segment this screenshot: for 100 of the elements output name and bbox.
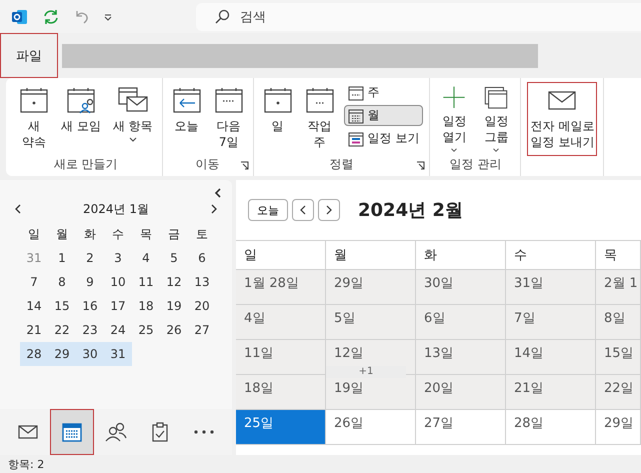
date-cell[interactable]: 12: [160, 270, 188, 294]
date-cell[interactable]: 15: [48, 294, 76, 318]
date-cell[interactable]: 14: [20, 294, 48, 318]
day-cell[interactable]: 1월 28일: [236, 270, 326, 305]
day-cell[interactable]: 30일: [416, 270, 506, 305]
ribbon-button[interactable]: 전자 메일로 일정 보내기: [527, 82, 598, 156]
search-field[interactable]: 검색: [196, 2, 641, 30]
group-label: 이동: [196, 156, 220, 173]
weekday-label: 토: [195, 226, 209, 242]
day-cell[interactable]: 25일: [236, 410, 326, 445]
previous-icon[interactable]: [292, 199, 314, 221]
date-cell[interactable]: 23: [76, 318, 104, 342]
date-cell[interactable]: 31: [104, 342, 132, 366]
date-cell[interactable]: 5: [160, 246, 188, 270]
date-cell[interactable]: 18: [132, 294, 160, 318]
date-cell[interactable]: 19: [160, 294, 188, 318]
ribbon-button[interactable]: 새 모임: [58, 82, 104, 156]
ribbon-button[interactable]: 일: [260, 82, 296, 156]
day-cell[interactable]: 31일: [506, 270, 596, 305]
date-cell[interactable]: 25: [132, 318, 160, 342]
day-cell[interactable]: 7일: [506, 305, 596, 340]
date-cell[interactable]: 16: [76, 294, 104, 318]
calendar-schedule-icon: [348, 130, 364, 146]
group-label: 새로 만들기: [54, 156, 118, 173]
today-button[interactable]: 오늘: [248, 199, 288, 221]
date-cell[interactable]: 1: [48, 246, 76, 270]
date-cell[interactable]: 8: [48, 270, 76, 294]
view-button[interactable]: 일정 보기: [344, 128, 424, 149]
day-cell[interactable]: 21일: [506, 375, 596, 410]
weekday-label: 수: [111, 226, 125, 242]
date-cell[interactable]: 11: [132, 270, 160, 294]
day-cell[interactable]: 26일: [326, 410, 416, 445]
ribbon-button[interactable]: 일정 그룹: [478, 82, 514, 156]
weekday-label: 화: [83, 226, 97, 242]
month-title: 2024년 1월: [83, 201, 149, 218]
day-cell[interactable]: 15일: [596, 340, 641, 375]
mail-icon: [18, 424, 38, 440]
app-logo-icon[interactable]: [12, 8, 28, 24]
calendar-workweek-icon: [304, 85, 335, 115]
day-cell[interactable]: 29일: [596, 410, 641, 445]
date-cell[interactable]: 22: [48, 318, 76, 342]
date-cell[interactable]: 27: [188, 318, 216, 342]
date-cell[interactable]: 3: [104, 246, 132, 270]
people-icon: [105, 422, 127, 442]
date-cell[interactable]: 13: [188, 270, 216, 294]
date-cell[interactable]: 2: [76, 246, 104, 270]
day-cell[interactable]: 8일: [596, 305, 641, 340]
date-cell[interactable]: 9: [76, 270, 104, 294]
day-cell[interactable]: 4일: [236, 305, 326, 340]
search-icon: [214, 8, 230, 24]
ribbon-button[interactable]: 새 약속: [16, 82, 52, 156]
calendar-week-icon: [348, 84, 364, 100]
dialog-launcher-icon[interactable]: [240, 161, 249, 170]
day-cell[interactable]: 28일: [506, 410, 596, 445]
clipboard-check-icon: [151, 422, 169, 442]
undo-icon[interactable]: [74, 8, 90, 24]
group-label: 일정 관리: [450, 156, 502, 173]
day-cell[interactable]: 13일: [416, 340, 506, 375]
caret-icon[interactable]: [104, 12, 112, 20]
day-cell[interactable]: 27일: [416, 410, 506, 445]
date-cell[interactable]: 4: [132, 246, 160, 270]
ribbon-button[interactable]: 일정 열기: [436, 82, 472, 156]
file-tab[interactable]: 파일: [0, 33, 58, 78]
date-cell[interactable]: 26: [160, 318, 188, 342]
ribbon-button[interactable]: 새 항목: [110, 82, 156, 156]
day-cell[interactable]: 6일: [416, 305, 506, 340]
next-icon[interactable]: [318, 199, 340, 221]
day-cell[interactable]: 20일: [416, 375, 506, 410]
calendar-arrow-icon: [172, 85, 202, 115]
day-cell[interactable]: 2월 1: [596, 270, 641, 305]
day-cell[interactable]: 19일: [326, 375, 416, 410]
day-cell[interactable]: 14일: [506, 340, 596, 375]
date-cell[interactable]: 6: [188, 246, 216, 270]
more-events-badge[interactable]: +1: [326, 366, 406, 378]
date-cell[interactable]: 28: [20, 342, 48, 366]
day-cell[interactable]: 18일: [236, 375, 326, 410]
caret-icon: [492, 148, 500, 153]
date-cell[interactable]: 7: [20, 270, 48, 294]
date-cell[interactable]: 10: [104, 270, 132, 294]
dialog-launcher-icon[interactable]: [416, 161, 426, 170]
ribbon-button[interactable]: 작업 주: [302, 82, 338, 156]
date-cell[interactable]: 21: [20, 318, 48, 342]
day-cell[interactable]: 5일: [326, 305, 416, 340]
view-button[interactable]: 월: [344, 105, 424, 126]
date-cell[interactable]: 17: [104, 294, 132, 318]
day-cell[interactable]: 12일 +1: [326, 340, 416, 375]
ribbon-button[interactable]: 오늘: [168, 82, 205, 156]
module-button[interactable]: [50, 409, 94, 455]
date-cell[interactable]: 30: [76, 342, 104, 366]
date-cell[interactable]: 29: [48, 342, 76, 366]
day-cell[interactable]: 22일: [596, 375, 641, 410]
date-cell[interactable]: 24: [104, 318, 132, 342]
caret-icon: [128, 137, 137, 144]
date-cell[interactable]: 20: [188, 294, 216, 318]
view-button[interactable]: 주: [344, 82, 424, 103]
sync-icon[interactable]: [42, 8, 60, 26]
calendar-grid-icon: [348, 108, 364, 124]
day-cell[interactable]: 11일: [236, 340, 326, 375]
ribbon-button[interactable]: 다음 7일: [210, 82, 247, 156]
day-cell[interactable]: 29일: [326, 270, 416, 305]
